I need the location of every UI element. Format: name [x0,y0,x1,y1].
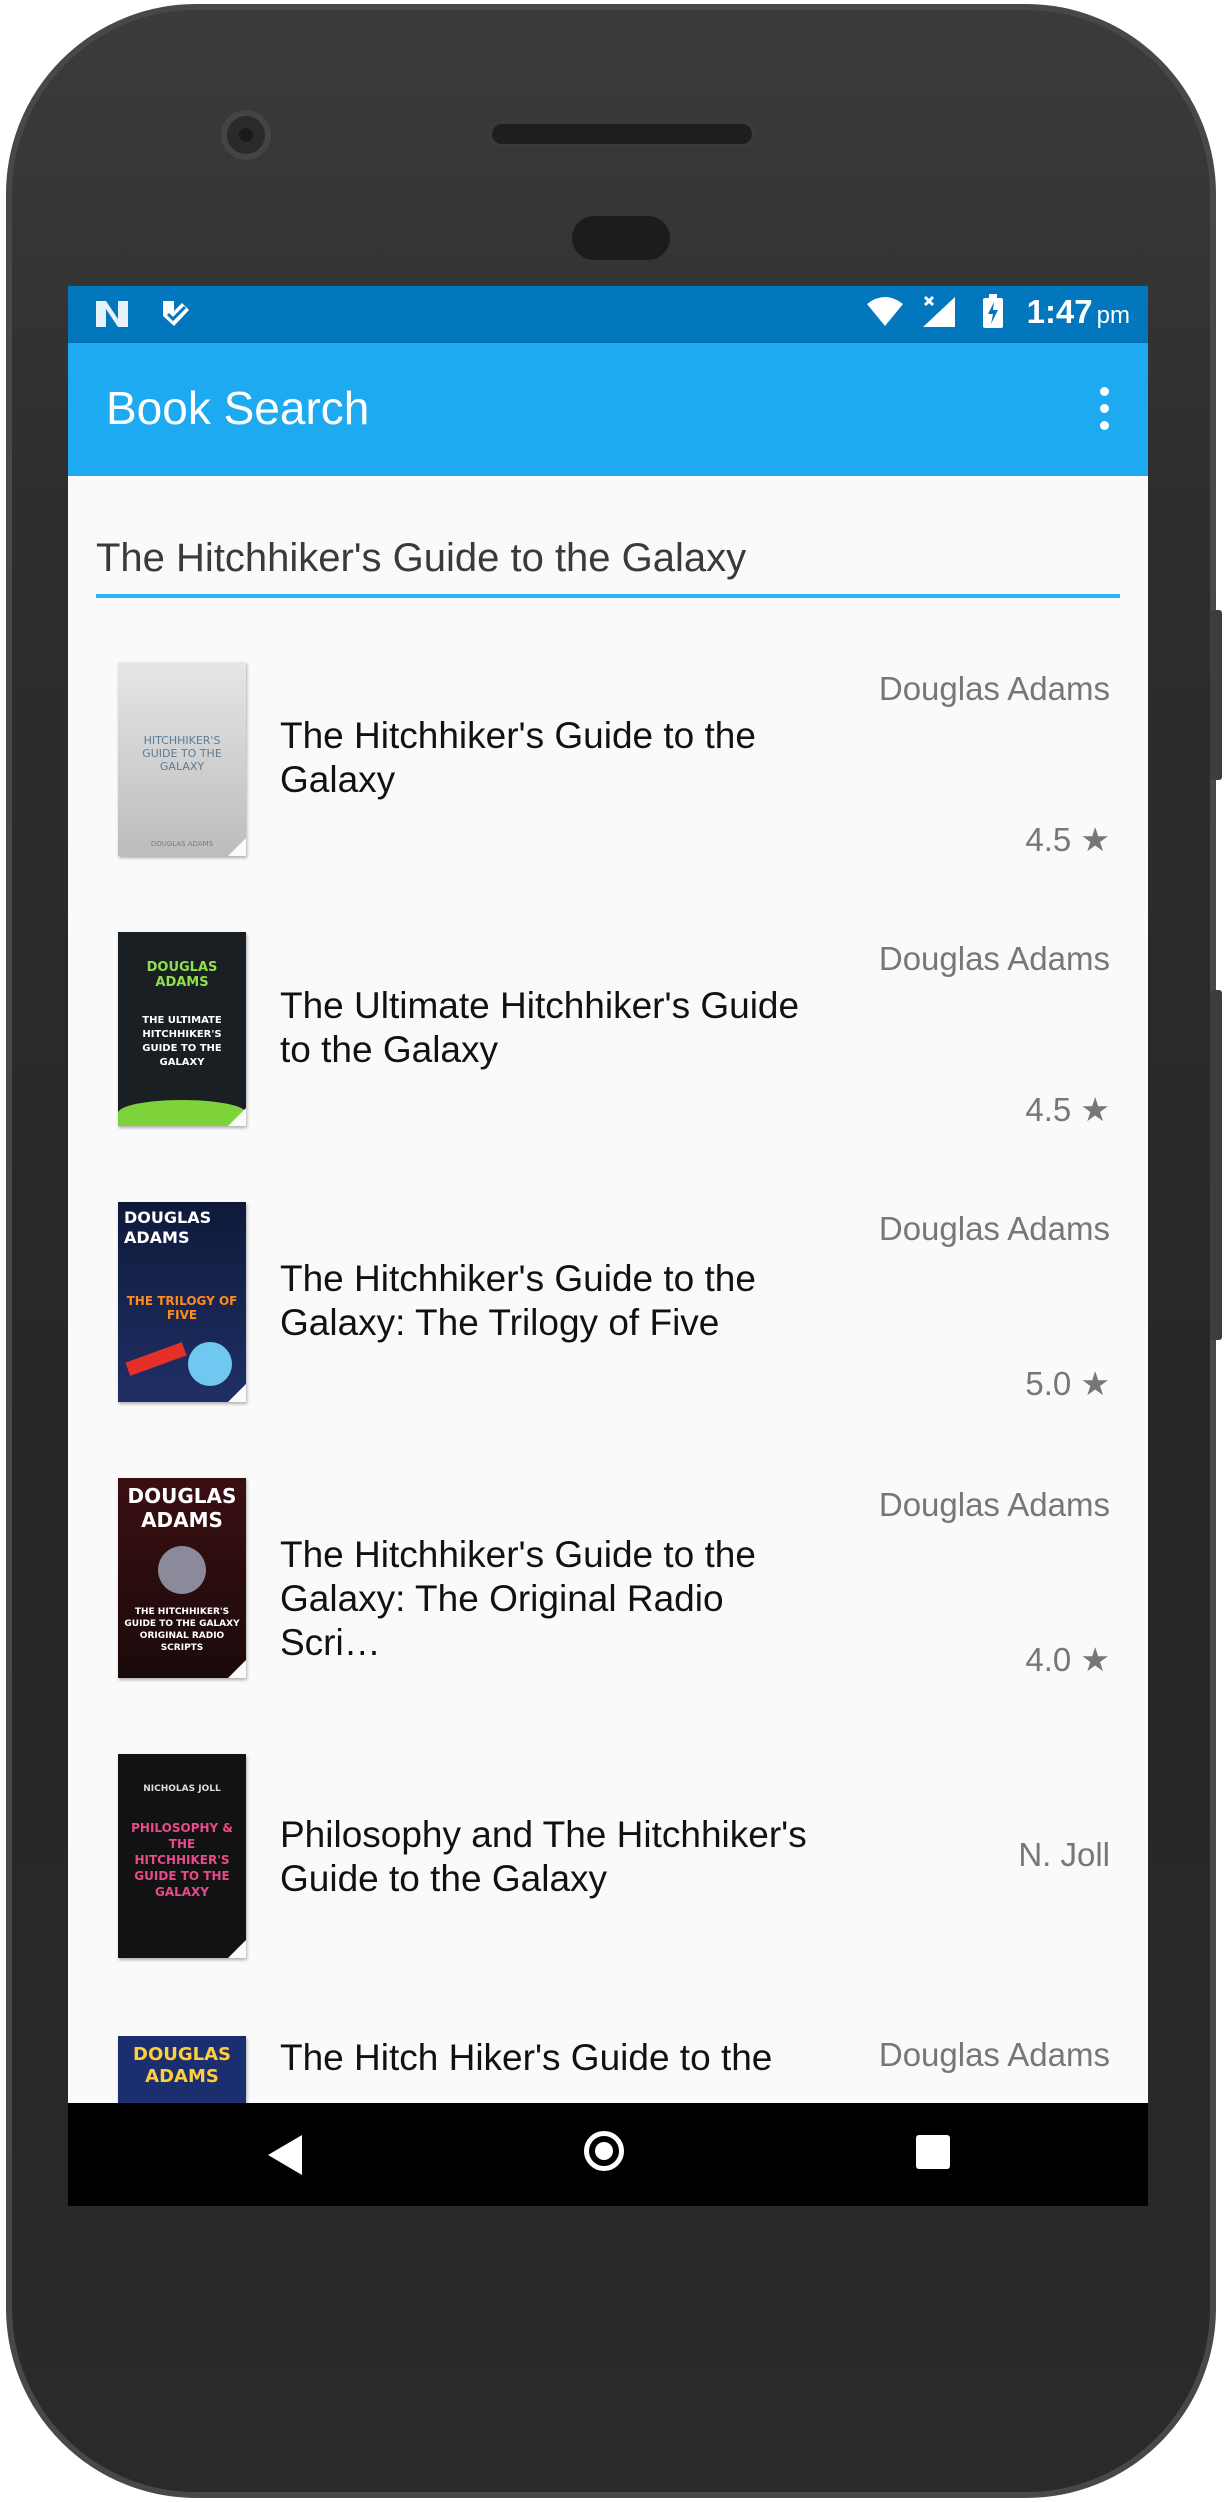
book-cover-image: DOUGLAS ADAMS THE TRILOGY OF FIVE [118,1202,246,1402]
book-title: The Hitchhiker's Guide to the Galaxy [280,715,756,800]
search-area [68,476,1148,626]
book-author: Douglas Adams [878,670,1110,707]
status-bar: 1:47 pm [68,286,1148,343]
book-rating: 5.0 ★ [1025,1365,1110,1402]
book-rating: 4.5 ★ [1025,821,1110,858]
search-input[interactable] [96,528,1120,588]
wifi-icon [865,292,905,332]
list-item[interactable]: DOUGLAS ADAMS THE TRILOGY OF FIVE The Hi… [68,1164,1148,1442]
book-cover-image: NICHOLAS JOLL PHILOSOPHY & THE HITCHHIKE… [118,1754,246,1958]
recents-icon[interactable] [916,2135,950,2169]
home-icon[interactable] [584,2131,624,2171]
navigation-bar [68,2103,1148,2206]
list-item[interactable]: DOUGLAS ADAMS THE HITCHHIKER'S GUIDE TO … [68,1440,1148,1718]
book-cover-image: DOUGLAS ADAMS THE ULTIMATE HITCHHIKER'S … [118,932,246,1126]
volume-button [1210,990,1222,1340]
front-camera [221,110,271,160]
book-title: The Ultimate Hitchhiker's Guide to the Ga… [280,985,800,1070]
book-cover-image: HITCHHIKER'S GUIDE TO THE GALAXY DOUGLAS… [118,662,246,856]
back-icon[interactable] [268,2135,302,2175]
app-title: Book Search [106,382,370,434]
earpiece-speaker [488,120,756,148]
battery-charging-icon [973,292,1013,332]
book-title: Philosophy and The Hitchhiker's Guide to … [280,1814,807,1899]
book-title: The Hitchhiker's Guide to the Galaxy: The… [280,1258,756,1343]
book-author: N. Joll [1018,1836,1110,1873]
list-item[interactable]: DOUGLAS ADAMS THE ULTIMATE HITCHHIKER'S … [68,894,1148,1166]
power-button [1210,610,1222,780]
checkmark-app-icon [156,294,196,334]
overflow-menu-icon[interactable] [1084,381,1124,437]
device-screen: 1:47pm Book Search HITCHHIKER'S GUIDE TO… [68,286,1148,2206]
list-item[interactable]: NICHOLAS JOLL PHILOSOPHY & THE HITCHHIKE… [68,1716,1148,2000]
search-underline [96,594,1120,598]
book-author: Douglas Adams [878,1210,1110,1247]
book-author: Douglas Adams [878,2036,1110,2073]
book-title: The Hitch Hiker's Guide to the [280,2037,773,2078]
signal-icon [919,292,959,332]
book-title: The Hitchhiker's Guide to the Galaxy: The… [280,1534,756,1663]
book-rating: 4.5 ★ [1025,1091,1110,1128]
list-item[interactable]: HITCHHIKER'S GUIDE TO THE GALAXY DOUGLAS… [68,624,1148,896]
n-logo-icon [92,294,132,334]
book-author: Douglas Adams [878,1486,1110,1523]
app-bar: Book Search [68,343,1148,476]
book-rating: 4.0 ★ [1025,1641,1110,1678]
book-author: Douglas Adams [878,940,1110,977]
book-cover-image: DOUGLAS ADAMS THE HITCHHIKER'S GUIDE TO … [118,1478,246,1678]
status-time: 1:47 pm [1026,293,1130,330]
proximity-sensor [572,216,670,260]
